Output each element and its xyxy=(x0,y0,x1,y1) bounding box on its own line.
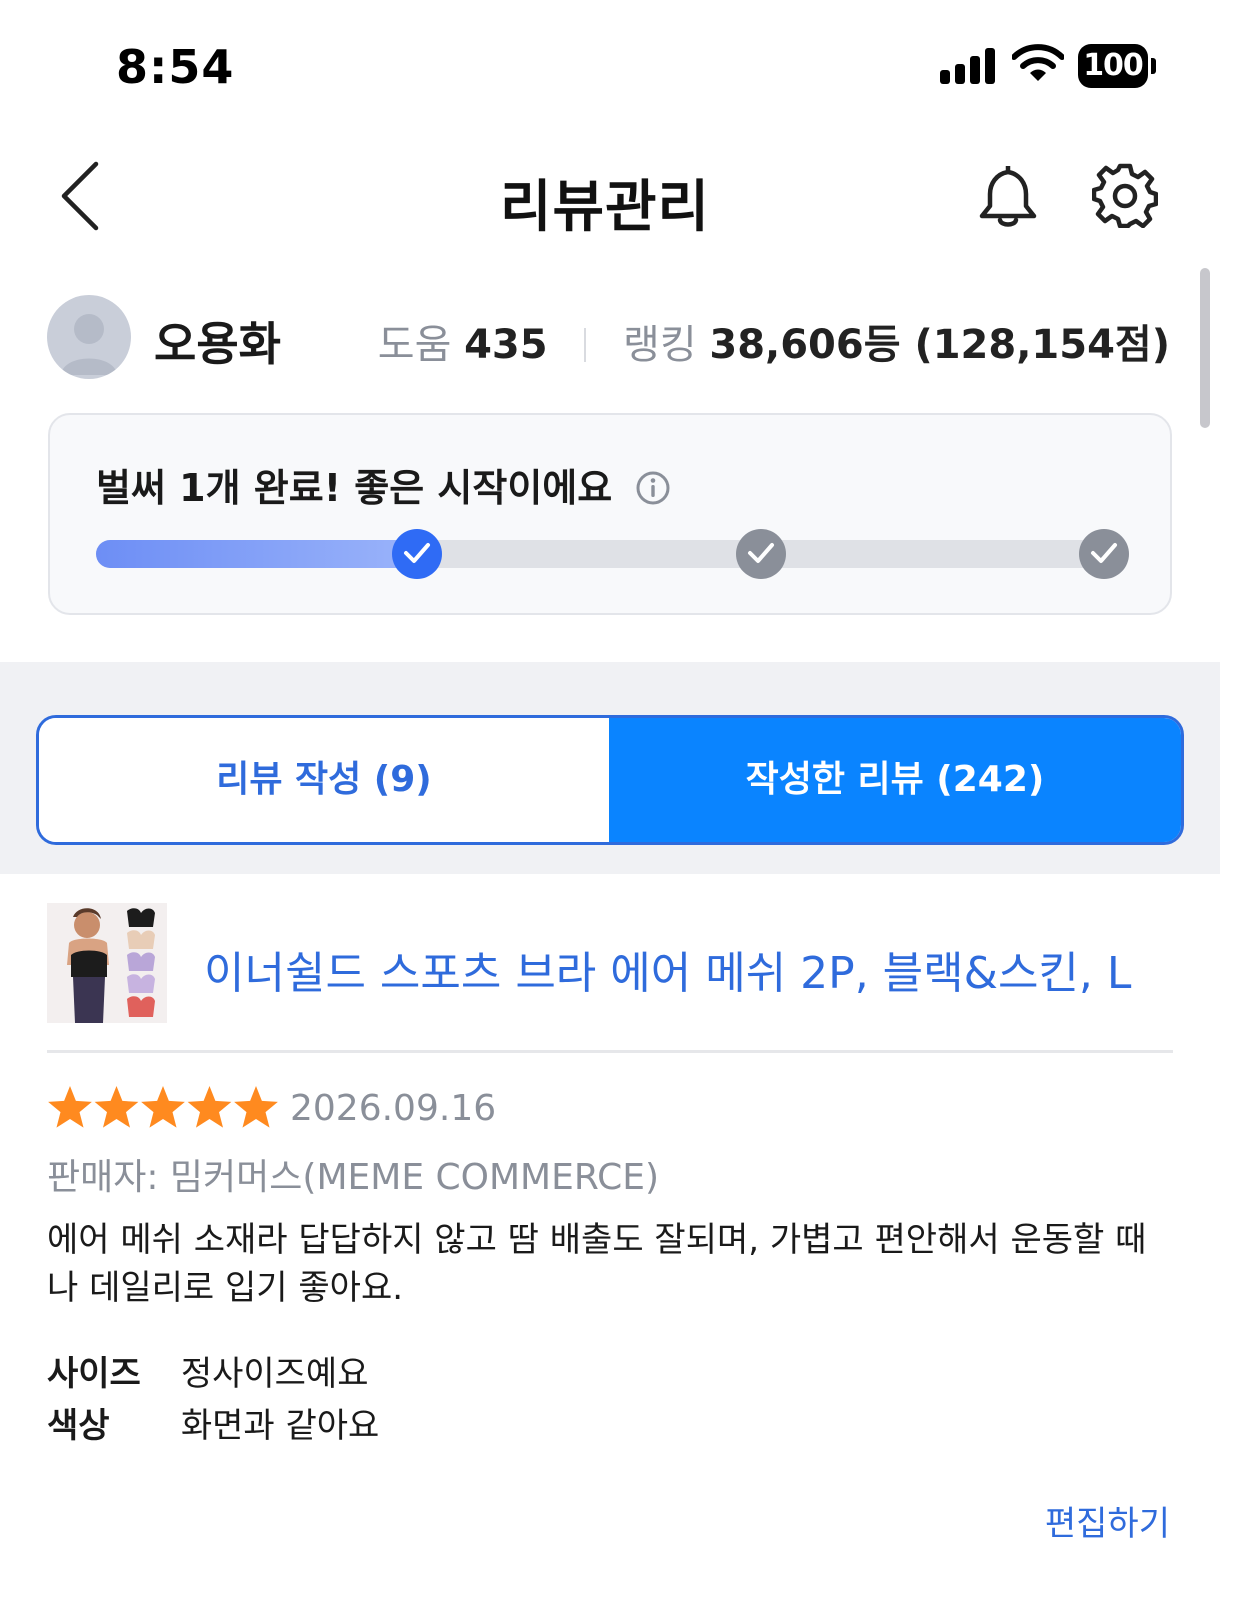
info-icon[interactable] xyxy=(635,470,671,506)
edit-button[interactable]: 편집하기 xyxy=(1045,1496,1170,1545)
product-title[interactable]: 이너쉴드 스포츠 브라 에어 메쉬 2P, 블랙&스킨, L xyxy=(204,937,1131,1001)
progress-step-1 xyxy=(392,529,442,579)
cellular-signal-icon xyxy=(940,48,996,84)
stats-divider xyxy=(584,328,587,362)
star-rating xyxy=(48,1086,278,1128)
progress-fill xyxy=(96,540,416,568)
profile-row: 오용화 도움 435 랭킹 38,606등 (128,154점) xyxy=(0,292,1242,382)
bell-icon[interactable] xyxy=(976,162,1040,230)
seller-info: 판매자: 밈커머스(MEME COMMERCE) xyxy=(47,1157,660,1198)
avatar[interactable] xyxy=(47,295,131,379)
review-attributes: 사이즈 정사이즈예요 색상 화면과 같아요 xyxy=(47,1348,379,1452)
attribute-color: 색상 화면과 같아요 xyxy=(47,1400,379,1452)
attribute-key: 색상 xyxy=(47,1406,110,1446)
star-icon xyxy=(141,1086,185,1128)
ranking-value: 38,606등 (128,154점) xyxy=(709,322,1170,368)
tab-write-review[interactable]: 리뷰 작성 (9) xyxy=(39,718,609,842)
check-icon xyxy=(1091,543,1117,563)
gear-icon[interactable] xyxy=(1092,162,1158,228)
attribute-value: 화면과 같아요 xyxy=(180,1406,380,1446)
help-count: 435 xyxy=(464,322,548,368)
product-thumbnail[interactable] xyxy=(47,903,167,1023)
user-name: 오용화 xyxy=(154,317,281,371)
help-label: 도움 xyxy=(377,322,452,368)
check-icon xyxy=(404,543,430,563)
scrollbar[interactable] xyxy=(1200,268,1210,428)
check-icon xyxy=(748,543,774,563)
wifi-icon xyxy=(1012,44,1064,81)
review-date: 2026.09.16 xyxy=(290,1088,497,1129)
attribute-key: 사이즈 xyxy=(47,1354,141,1394)
progress-track xyxy=(96,540,1126,568)
divider xyxy=(47,1050,1173,1053)
ranking-label: 랭킹 xyxy=(623,322,697,368)
progress-card: 벌써 1개 완료! 좋은 시작이에요 xyxy=(48,413,1172,615)
tab-written-reviews[interactable]: 작성한 리뷰 (242) xyxy=(609,718,1181,842)
review-tabs: 리뷰 작성 (9) 작성한 리뷰 (242) xyxy=(36,715,1184,845)
battery-icon: 100 xyxy=(1078,44,1158,88)
product-row: 이너쉴드 스포츠 브라 에어 메쉬 2P, 블랙&스킨, L xyxy=(47,903,1173,1023)
star-icon xyxy=(187,1086,232,1128)
app-header: 리뷰관리 xyxy=(0,140,1242,250)
review-text: 에어 메쉬 소재라 답답하지 않고 땀 배출도 잘되며, 가볍고 편안해서 운동… xyxy=(47,1220,1147,1308)
star-icon xyxy=(94,1086,139,1128)
user-stats: 도움 435 랭킹 38,606등 (128,154점) xyxy=(378,312,1170,370)
progress-step-3 xyxy=(1079,529,1129,579)
attribute-size: 사이즈 정사이즈예요 xyxy=(47,1348,379,1400)
battery-level: 100 xyxy=(1078,44,1148,88)
progress-title: 벌써 1개 완료! 좋은 시작이에요 xyxy=(96,466,613,510)
status-bar: 8:54 100 xyxy=(0,0,1242,130)
status-time: 8:54 xyxy=(116,40,235,94)
star-icon xyxy=(234,1086,278,1128)
attribute-value: 정사이즈예요 xyxy=(180,1354,369,1394)
star-icon xyxy=(48,1086,92,1128)
progress-step-2 xyxy=(736,529,786,579)
